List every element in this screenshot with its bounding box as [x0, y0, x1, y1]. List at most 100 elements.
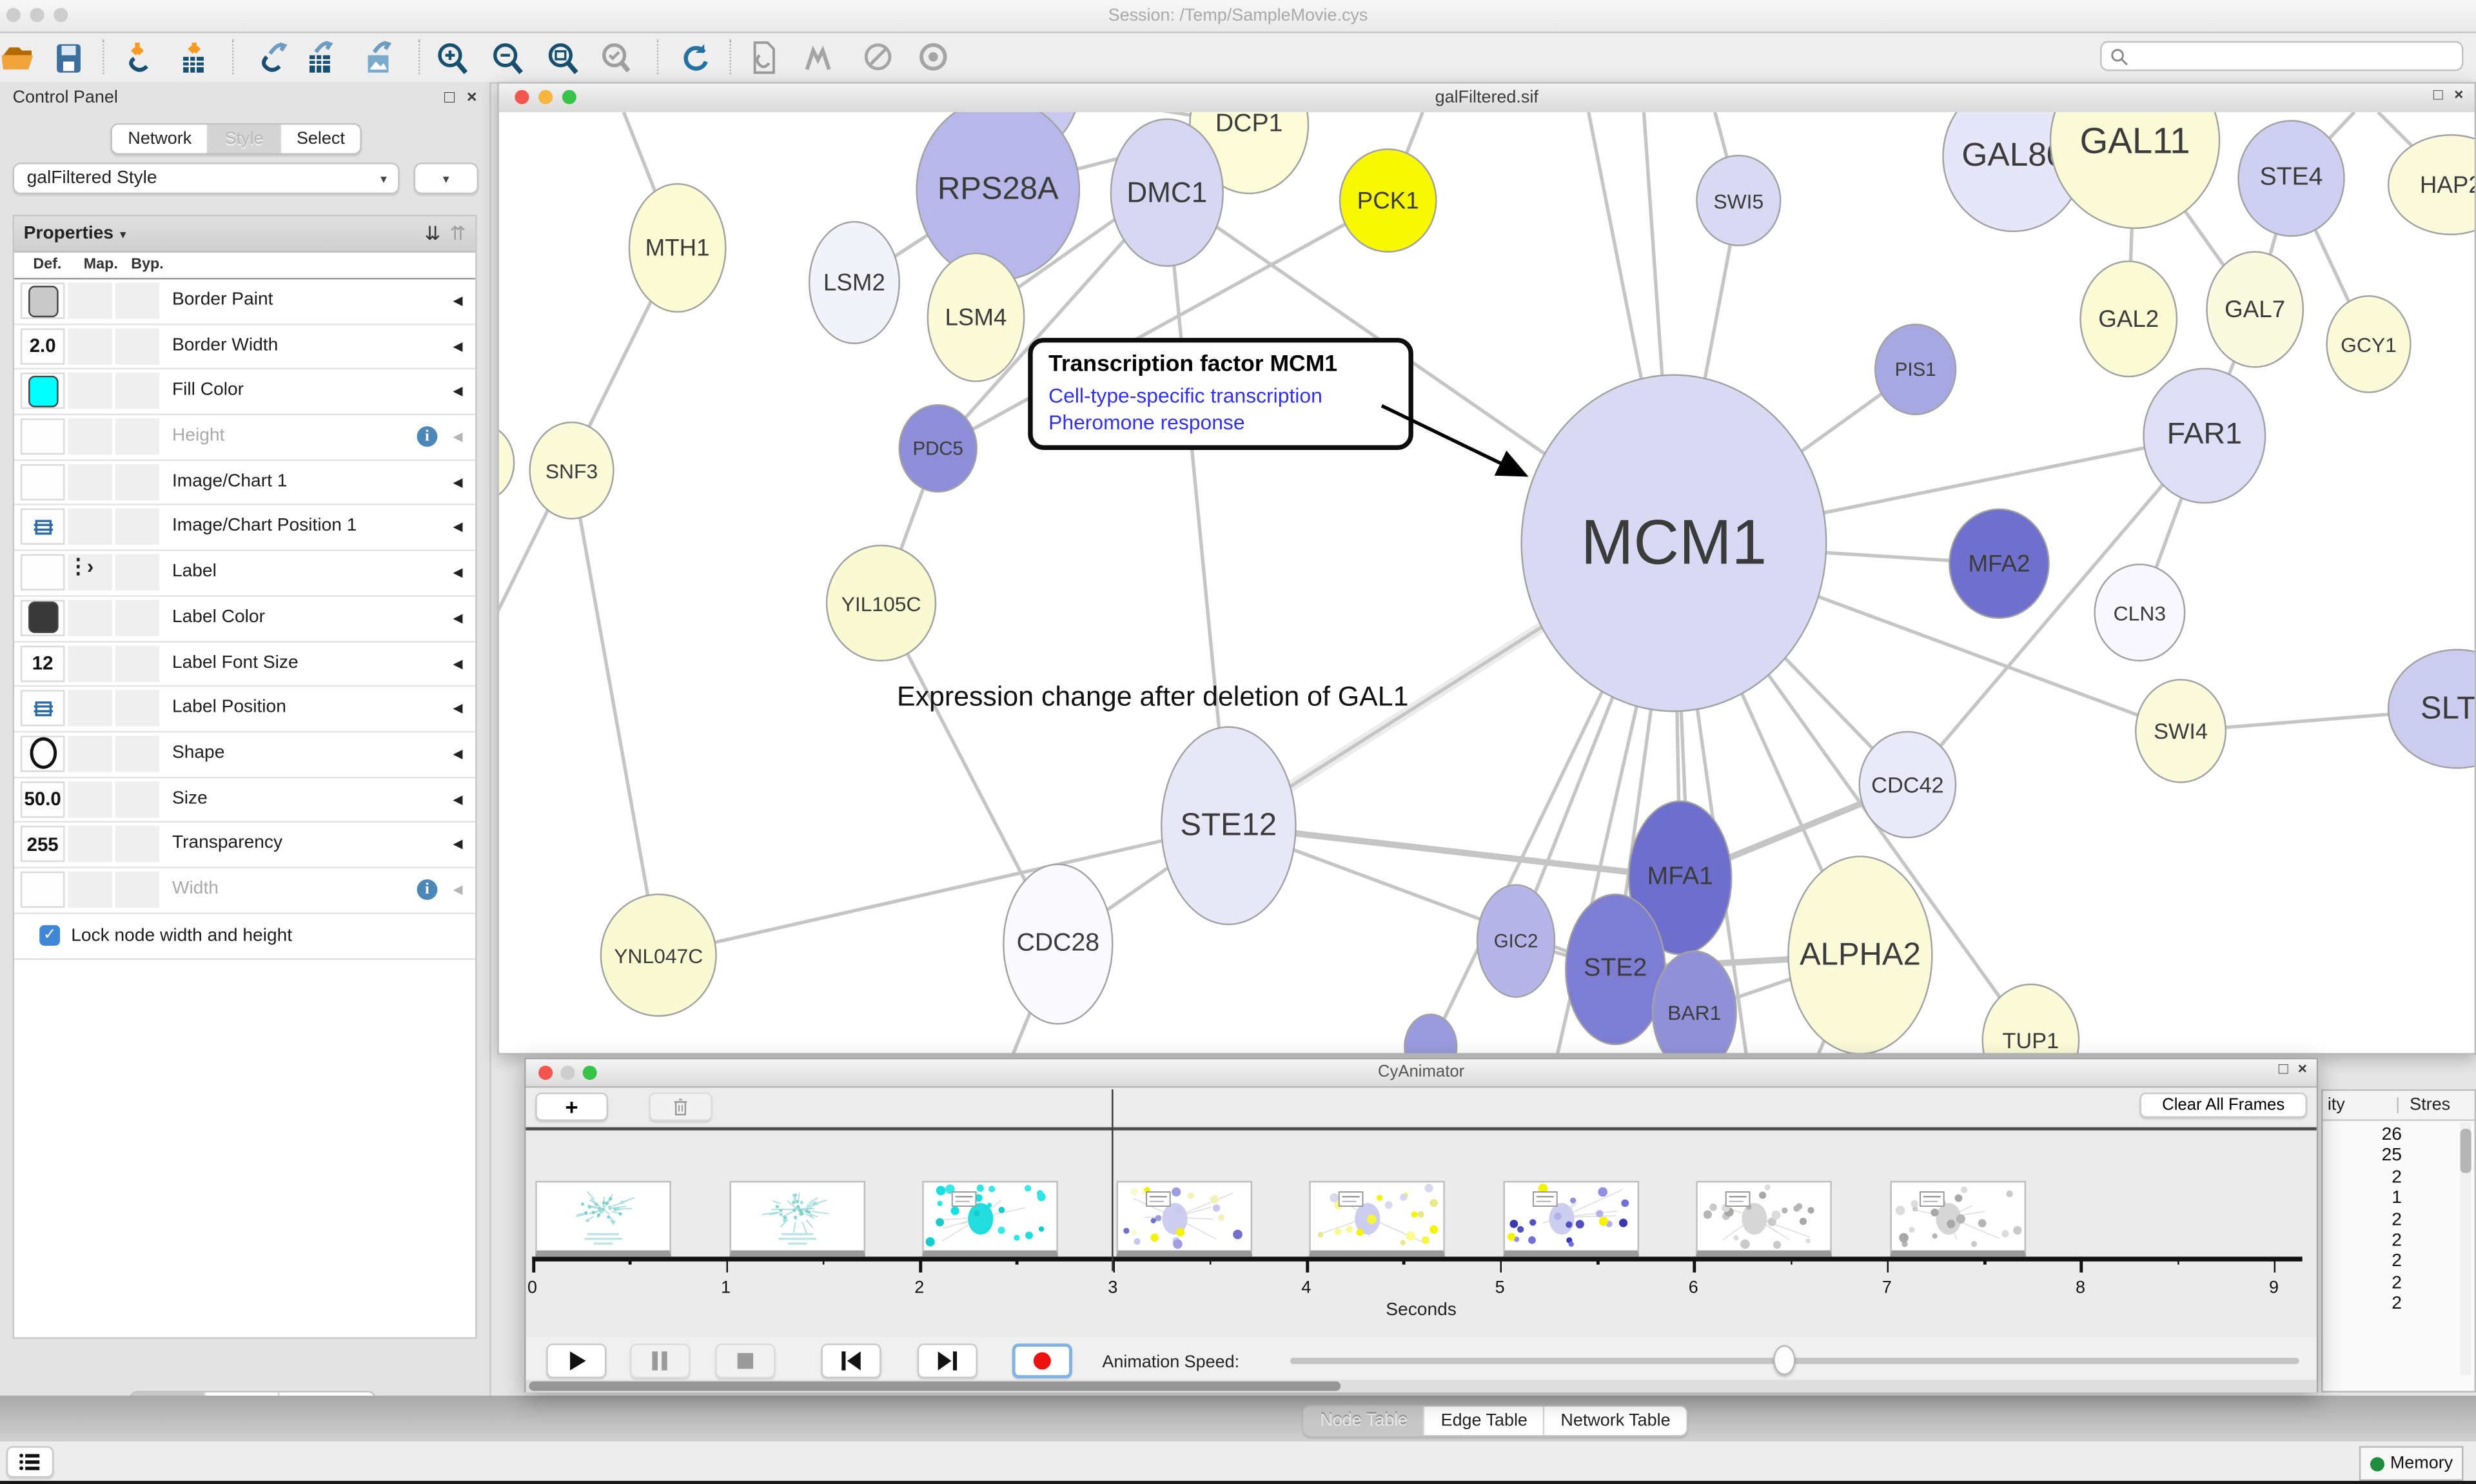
- default-value-cell[interactable]: [21, 464, 65, 500]
- default-value-cell[interactable]: [21, 282, 65, 318]
- network-node-mth1[interactable]: MTH1: [629, 183, 727, 313]
- network-node-cdc28[interactable]: CDC28: [1003, 864, 1113, 1025]
- default-value-cell[interactable]: [21, 373, 65, 409]
- default-value-cell[interactable]: [21, 872, 65, 908]
- close-panel-icon[interactable]: ×: [467, 88, 477, 107]
- frame-thumbnail-6[interactable]: [1696, 1181, 1832, 1257]
- bypass-cell[interactable]: [115, 328, 160, 364]
- expand-arrow-icon[interactable]: ◀: [453, 475, 462, 489]
- table-scrollbar[interactable]: [2461, 1122, 2471, 1375]
- table-tab-network-table[interactable]: Network Table: [1543, 1407, 1686, 1435]
- play-button[interactable]: [546, 1343, 606, 1378]
- table-tab-edge-table[interactable]: Edge Table: [1424, 1407, 1544, 1435]
- binoculars-icon[interactable]: [801, 39, 836, 74]
- info-icon[interactable]: i: [417, 879, 438, 900]
- network-node-yil105c[interactable]: YIL105C: [826, 545, 936, 661]
- network-window-titlebar[interactable]: galFiltered.sif □ ×: [499, 84, 2475, 114]
- mapping-cell[interactable]: [68, 282, 112, 318]
- zoom-selected-icon[interactable]: [598, 39, 633, 74]
- close-window-icon[interactable]: ×: [2298, 1061, 2307, 1079]
- zoom-fit-icon[interactable]: [545, 39, 580, 74]
- mapping-cell[interactable]: [68, 464, 112, 500]
- expand-arrow-icon[interactable]: ◀: [453, 883, 462, 897]
- collapse-all-icon[interactable]: ⇈: [450, 222, 466, 244]
- expand-arrow-icon[interactable]: ◀: [453, 837, 462, 852]
- network-node-ste4[interactable]: STE4: [2237, 120, 2345, 237]
- default-value-cell[interactable]: [21, 690, 65, 727]
- skip-end-button[interactable]: [918, 1343, 978, 1378]
- zoom-icon[interactable]: [562, 90, 576, 104]
- float-window-icon[interactable]: □: [2279, 1061, 2288, 1079]
- show-panels-button[interactable]: [6, 1446, 54, 1478]
- expand-arrow-icon[interactable]: ◀: [453, 701, 462, 716]
- close-icon[interactable]: [538, 1066, 553, 1080]
- network-node-swi4[interactable]: SWI4: [2135, 679, 2226, 783]
- lock-checkbox[interactable]: ✓: [39, 924, 60, 945]
- default-value-cell[interactable]: 50.0: [21, 781, 65, 817]
- add-frame-button[interactable]: +: [535, 1093, 608, 1121]
- export-table-icon[interactable]: [302, 39, 337, 74]
- bypass-cell[interactable]: [115, 464, 160, 500]
- expand-arrow-icon[interactable]: ◀: [453, 792, 462, 806]
- network-node-pis1[interactable]: PIS1: [1874, 324, 1956, 415]
- close-window-icon[interactable]: ×: [2454, 87, 2463, 104]
- bypass-cell[interactable]: [115, 600, 160, 636]
- memory-button[interactable]: Memory: [2359, 1446, 2464, 1481]
- network-node-far1[interactable]: FAR1: [2143, 368, 2266, 504]
- default-value-cell[interactable]: [21, 418, 65, 454]
- mapping-cell[interactable]: [68, 373, 112, 409]
- bypass-cell[interactable]: [115, 282, 160, 318]
- close-icon[interactable]: [515, 90, 529, 104]
- bypass-cell[interactable]: [115, 690, 160, 727]
- network-node-pck1[interactable]: PCK1: [1339, 148, 1437, 253]
- minimize-icon[interactable]: [538, 90, 553, 104]
- expand-arrow-icon[interactable]: ◀: [453, 656, 462, 670]
- frame-thumbnail-4[interactable]: [1310, 1181, 1446, 1257]
- frame-thumbnail-3[interactable]: [1116, 1181, 1252, 1257]
- column-header[interactable]: Stres: [2410, 1096, 2450, 1115]
- network-node-gal7[interactable]: GAL7: [2206, 251, 2304, 367]
- network-node-ste12[interactable]: STE12: [1161, 727, 1297, 926]
- default-value-cell[interactable]: 255: [21, 826, 65, 862]
- bypass-cell[interactable]: [115, 645, 160, 681]
- zoom-window-icon[interactable]: [54, 8, 68, 22]
- info-icon[interactable]: i: [417, 426, 438, 447]
- network-node-ste2[interactable]: STE2: [1565, 893, 1666, 1045]
- network-node-gal2[interactable]: GAL2: [2079, 260, 2177, 377]
- default-value-cell[interactable]: [21, 554, 65, 591]
- bypass-cell[interactable]: [115, 736, 160, 772]
- float-panel-icon[interactable]: □: [444, 88, 455, 107]
- export-image-icon[interactable]: [360, 39, 395, 74]
- expand-arrow-icon[interactable]: ◀: [453, 294, 462, 308]
- tab-network[interactable]: Network: [112, 124, 208, 153]
- hide-icon[interactable]: [861, 39, 896, 74]
- expand-arrow-icon[interactable]: ◀: [453, 520, 462, 534]
- network-node-alpha2[interactable]: ALPHA2: [1787, 855, 1932, 1053]
- bypass-cell[interactable]: [115, 418, 160, 454]
- tab-style[interactable]: Style: [208, 124, 279, 153]
- clear-all-frames-button[interactable]: Clear All Frames: [2139, 1093, 2307, 1118]
- default-value-cell[interactable]: [21, 736, 65, 772]
- default-value-cell[interactable]: [21, 600, 65, 636]
- frame-thumbnail-5[interactable]: [1503, 1181, 1639, 1257]
- float-window-icon[interactable]: □: [2433, 87, 2443, 104]
- mapping-cell[interactable]: [68, 509, 112, 545]
- expand-arrow-icon[interactable]: ◀: [453, 339, 462, 353]
- column-header[interactable]: ity: [2328, 1096, 2345, 1115]
- frame-thumbnail-2[interactable]: [922, 1181, 1058, 1257]
- network-node-swi5[interactable]: SWI5: [1696, 155, 1781, 246]
- import-table-icon[interactable]: [175, 39, 210, 74]
- mapping-cell[interactable]: [68, 690, 112, 727]
- network-node-ynl047c[interactable]: YNL047C: [600, 893, 717, 1017]
- expand-all-icon[interactable]: ⇊: [424, 222, 440, 244]
- style-selector[interactable]: galFiltered Style▾: [13, 162, 400, 194]
- network-canvas[interactable]: Transcription factor MCM1 Cell-type-spec…: [499, 112, 2475, 1053]
- bypass-cell[interactable]: [115, 826, 160, 862]
- minimize-window-icon[interactable]: [30, 8, 44, 22]
- tab-select[interactable]: Select: [279, 124, 360, 153]
- expand-arrow-icon[interactable]: ◀: [453, 610, 462, 625]
- timeline-playhead[interactable]: [1111, 1089, 1112, 1271]
- expand-arrow-icon[interactable]: ◀: [453, 429, 462, 444]
- chevron-down-icon[interactable]: ▾: [120, 226, 126, 240]
- search-input[interactable]: [2100, 41, 2463, 72]
